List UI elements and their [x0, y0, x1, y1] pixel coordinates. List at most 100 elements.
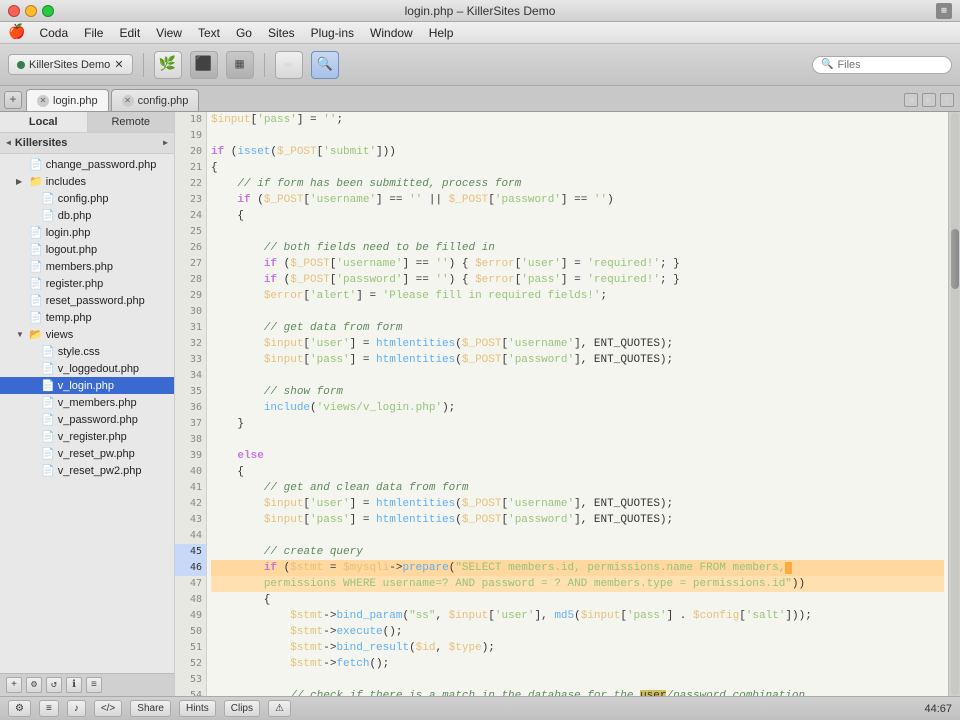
line-num-31: 31	[175, 320, 206, 336]
scrollbar-thumb[interactable]	[951, 229, 959, 289]
scrollbar-track[interactable]	[951, 113, 959, 695]
code-button[interactable]: </>	[94, 700, 122, 717]
minimize-button[interactable]	[25, 5, 37, 17]
sidebar-collapse-right[interactable]: ▶	[163, 138, 168, 148]
code-line-35: // show form	[211, 384, 944, 400]
tab-scroll-left[interactable]: ◀	[904, 93, 918, 107]
tab-scroll-right[interactable]: ▶	[922, 93, 936, 107]
line-num-49: 49	[175, 608, 206, 624]
lines-button[interactable]: ≡	[39, 700, 59, 717]
menu-sites[interactable]: Sites	[261, 24, 302, 42]
vertical-scrollbar[interactable]	[948, 112, 960, 696]
lines-icon: ≡	[46, 703, 52, 714]
code-line-41: // get and clean data from form	[211, 480, 944, 496]
sidebar-refresh-button[interactable]: ↺	[46, 677, 62, 693]
apple-menu[interactable]: 🍎	[8, 24, 25, 41]
sidebar-item-config[interactable]: 📄 config.php	[0, 190, 174, 207]
tab-close-config[interactable]: ✕	[122, 95, 134, 107]
menu-plugins[interactable]: Plug-ins	[304, 24, 361, 42]
menu-edit[interactable]: Edit	[112, 24, 147, 42]
new-tab-button[interactable]: +	[4, 91, 22, 109]
line-num-35: 35	[175, 384, 206, 400]
window-controls[interactable]	[8, 5, 54, 17]
menu-help[interactable]: Help	[422, 24, 461, 42]
file-name: v_members.php	[58, 397, 137, 409]
code-line-24: {	[211, 208, 944, 224]
maximize-button[interactable]	[42, 5, 54, 17]
new-file-button[interactable]: 🌿	[154, 51, 182, 79]
code-line-43: $input['pass'] = htmlentities($_POST['pa…	[211, 512, 944, 528]
warning-button[interactable]: ⚠	[268, 700, 291, 717]
sidebar-item-v-loggedout[interactable]: 📄 v_loggedout.php	[0, 360, 174, 377]
sidebar-item-login[interactable]: 📄 login.php	[0, 224, 174, 241]
clips-button[interactable]: Clips	[224, 700, 260, 717]
sidebar-item-v-members[interactable]: 📄 v_members.php	[0, 394, 174, 411]
hints-label: Hints	[186, 703, 209, 714]
sidebar-settings-button[interactable]: ⚙	[26, 677, 42, 693]
sidebar-item-includes[interactable]: ▶ 📁 includes	[0, 173, 174, 190]
menu-view[interactable]: View	[149, 24, 189, 42]
sidebar-item-temp[interactable]: 📄 temp.php	[0, 309, 174, 326]
menu-file[interactable]: File	[77, 24, 110, 42]
sidebar-tab-local[interactable]: Local	[0, 112, 88, 132]
sidebar-item-views[interactable]: ▼ 📂 views	[0, 326, 174, 343]
settings-button[interactable]: ⚙	[8, 700, 31, 717]
file-search-box[interactable]: 🔍	[812, 56, 952, 74]
sidebar-item-logout[interactable]: 📄 logout.php	[0, 241, 174, 258]
file-icon: 📄	[41, 345, 55, 358]
tab-overflow[interactable]: +	[940, 93, 954, 107]
sidebar-file-tree: 📄 change_password.php ▶ 📁 includes 📄 con…	[0, 154, 174, 673]
music-button[interactable]: ♪	[67, 700, 86, 717]
menu-coda[interactable]: Coda	[32, 24, 75, 42]
search-input[interactable]	[837, 59, 943, 71]
line-num-46: 46	[175, 560, 206, 576]
code-content[interactable]: $input['pass'] = ''; if (isset($_POST['s…	[207, 112, 948, 696]
sidebar-item-v-register[interactable]: 📄 v_register.php	[0, 428, 174, 445]
sidebar-item-v-password[interactable]: 📄 v_password.php	[0, 411, 174, 428]
edit-button[interactable]: ✏	[275, 51, 303, 79]
line-num-41: 41	[175, 480, 206, 496]
sidebar-item-members[interactable]: 📄 members.php	[0, 258, 174, 275]
code-line-39: else	[211, 448, 944, 464]
tab-close-login[interactable]: ✕	[37, 95, 49, 107]
line-num-32: 32	[175, 336, 206, 352]
sidebar-item-v-reset-pw[interactable]: 📄 v_reset_pw.php	[0, 445, 174, 462]
sidebar-add-button[interactable]: +	[6, 677, 22, 693]
sidebar-tab-remote[interactable]: Remote	[88, 112, 175, 132]
tab-config[interactable]: ✕ config.php	[111, 89, 200, 111]
sidebar-lines-button[interactable]: ≡	[86, 677, 102, 693]
code-area[interactable]: 18 19 20 21 22 23 24 25 26 27 28 29 30 3…	[175, 112, 960, 696]
tab-login[interactable]: ✕ login.php	[26, 89, 109, 111]
sidebar-item-v-login[interactable]: 📄 v_login.php	[0, 377, 174, 394]
code-view-button[interactable]: ⬛	[190, 51, 218, 79]
file-name: style.css	[58, 346, 100, 358]
sidebar-item-style[interactable]: 📄 style.css	[0, 343, 174, 360]
sidebar-item-reset-password[interactable]: 📄 reset_password.php	[0, 292, 174, 309]
file-name: config.php	[58, 193, 109, 205]
hints-button[interactable]: Hints	[179, 700, 216, 717]
line-num-28: 28	[175, 272, 206, 288]
code-line-28: if ($_POST['password'] == '') { $error['…	[211, 272, 944, 288]
menu-window[interactable]: Window	[363, 24, 420, 42]
code-line-52: $stmt->fetch();	[211, 656, 944, 672]
tab-label-login: login.php	[53, 95, 98, 107]
code-icon: </>	[101, 703, 115, 714]
sidebar-item-change-password[interactable]: 📄 change_password.php	[0, 156, 174, 173]
sidebar-item-db[interactable]: 📄 db.php	[0, 207, 174, 224]
menu-go[interactable]: Go	[229, 24, 259, 42]
site-selector[interactable]: KillerSites Demo ✕	[8, 54, 133, 75]
sidebar-item-register[interactable]: 📄 register.php	[0, 275, 174, 292]
window-title: login.php – KillerSites Demo	[405, 4, 556, 18]
menu-text[interactable]: Text	[191, 24, 227, 42]
file-icon: 📄	[29, 243, 43, 256]
close-button[interactable]	[8, 5, 20, 17]
split-view-button[interactable]: ▦	[226, 51, 254, 79]
sidebar-info-button[interactable]: ℹ	[66, 677, 82, 693]
sidebar-item-v-reset-pw2[interactable]: 📄 v_reset_pw2.php	[0, 462, 174, 479]
sidebar-footer: + ⚙ ↺ ℹ ≡	[0, 673, 174, 696]
search-replace-button[interactable]: 🔍	[311, 51, 339, 79]
sidebar-collapse-left[interactable]: ◀	[6, 138, 11, 148]
share-button[interactable]: Share	[130, 700, 171, 717]
file-name: logout.php	[46, 244, 97, 256]
tab-bar-arrows: ◀ ▶ +	[904, 93, 954, 107]
